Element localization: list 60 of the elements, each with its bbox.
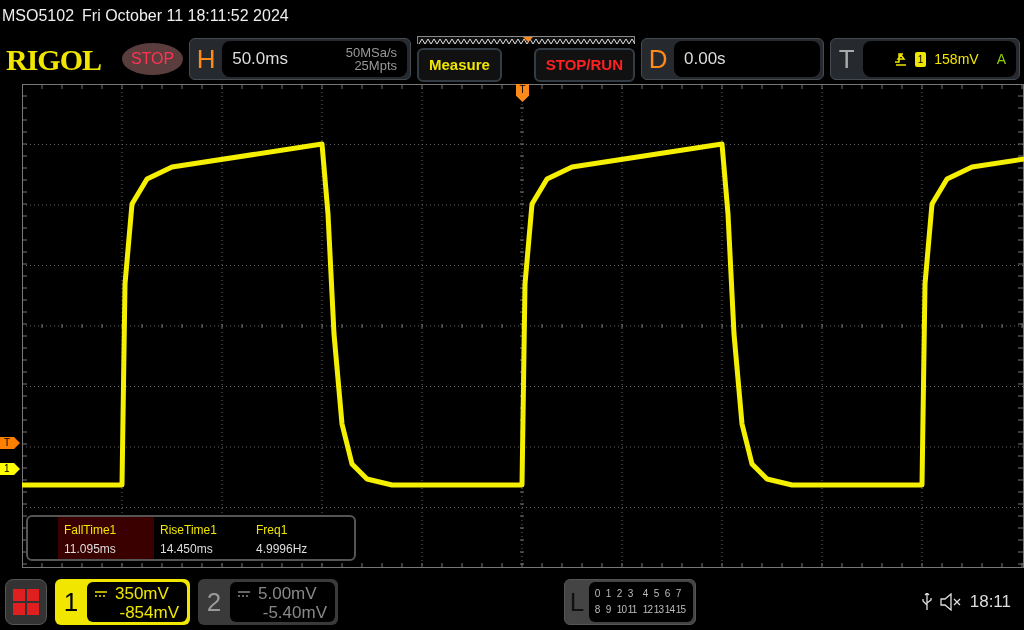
model-name: MSO5102 xyxy=(2,6,75,26)
trigger-level: 158mV xyxy=(934,49,979,69)
channel-panel[interactable]: 2 5.00mV -5.40mV xyxy=(198,579,338,625)
trigger-level-marker[interactable]: T xyxy=(0,437,20,449)
clock-time: 18:11 xyxy=(969,591,1011,614)
digital-channel-number: 14 xyxy=(664,603,676,617)
channel-panel[interactable]: 1 350mV -854mV xyxy=(55,579,190,625)
channel-scale: 350mV xyxy=(115,584,169,603)
measurement-value: 4.9996Hz xyxy=(256,541,309,558)
digital-channel-number: 4 xyxy=(642,587,649,601)
horizontal-label: H xyxy=(195,42,217,76)
rising-edge-icon xyxy=(894,52,907,66)
measure-button[interactable]: Measure xyxy=(417,47,502,82)
digital-channel-number: 3 xyxy=(627,587,634,601)
channel-offset: -854mV xyxy=(118,603,179,622)
channel-number: 2 xyxy=(205,585,223,619)
channel-number: 1 xyxy=(62,585,80,619)
memory-depth: 25Mpts xyxy=(353,59,397,72)
stop-run-button[interactable]: STOP/RUN xyxy=(533,47,635,82)
date-time: Fri October 11 18:11:52 2024 xyxy=(82,6,289,26)
digital-channel-number: 6 xyxy=(664,587,671,601)
measurement-name[interactable]: Freq1 xyxy=(256,521,340,540)
menu-button[interactable] xyxy=(5,579,47,625)
trigger-source-badge: 1 xyxy=(914,51,927,67)
measurement-name[interactable]: RiseTime1 xyxy=(160,521,244,540)
delay-panel[interactable]: D 0.00s xyxy=(641,38,824,80)
sample-rate: 50MSa/s xyxy=(345,46,397,59)
delay-value: 0.00s xyxy=(684,48,726,71)
usb-icon xyxy=(921,593,932,611)
channel-marker[interactable]: 1 xyxy=(0,463,20,475)
digital-channel-number: 11 xyxy=(627,603,638,617)
trigger-mode: A xyxy=(996,49,1006,69)
measurement-value: 14.450ms xyxy=(160,541,214,558)
digital-channel-number: 0 xyxy=(594,587,601,601)
delay-label: D xyxy=(647,42,669,76)
brand-logo: RIGOL xyxy=(6,41,103,78)
digital-channel-number: 5 xyxy=(653,587,660,601)
channel-scale: 5.00mV xyxy=(258,584,317,603)
dc-coupling-icon xyxy=(95,590,107,597)
digital-channel-number: 2 xyxy=(616,587,623,601)
trigger-label: T xyxy=(837,42,856,76)
digital-channel-number: 7 xyxy=(675,587,682,601)
digital-channel-number: 12 xyxy=(642,603,654,617)
digital-channel-number: 15 xyxy=(675,603,687,617)
measurement-value: 11.095ms xyxy=(64,541,117,558)
digital-channel-number: 13 xyxy=(653,603,665,617)
dc-coupling-icon xyxy=(238,590,250,597)
measurement-name[interactable]: FallTime1 xyxy=(64,521,148,540)
digital-channel-number: 10 xyxy=(616,603,628,617)
memory-timeline[interactable] xyxy=(417,36,635,44)
channel-offset: -5.40mV xyxy=(261,603,327,622)
trigger-position-marker[interactable]: T xyxy=(516,84,529,102)
trigger-panel[interactable]: T 1 158mV A xyxy=(829,38,1020,80)
timebase-value: 50.0ms xyxy=(232,48,288,71)
horizontal-panel[interactable]: H 50.0ms 50MSa/s 25Mpts xyxy=(189,38,411,80)
digital-channel-number: 8 xyxy=(594,603,601,617)
digital-channel-number: 9 xyxy=(605,603,612,617)
menu-icon xyxy=(13,589,39,615)
digital-channel-number: 1 xyxy=(605,587,612,601)
speaker-muted-icon[interactable] xyxy=(939,593,962,611)
